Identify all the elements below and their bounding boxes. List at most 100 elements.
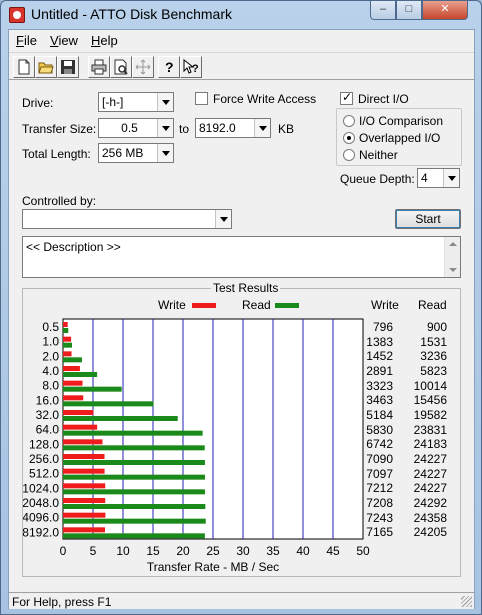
transfer-size-from-value: 0.5 [121,121,138,135]
drive-select[interactable]: [-h-] [98,92,174,112]
read-bar [63,401,154,407]
x-tick-label: 15 [146,544,160,558]
transfer-size-to-select[interactable]: 8192.0 [195,118,271,138]
transfer-size-label: 32.0 [36,408,60,422]
read-bar [63,416,178,421]
transfer-size-from-select[interactable]: 0.5 [98,118,174,138]
print-preview-button[interactable] [110,56,132,78]
write-value: 3463 [366,393,393,408]
svg-text:?: ? [192,63,199,75]
transfer-size-label: Transfer Size: [22,122,97,136]
description-text: << Description >> [26,240,121,254]
write-value: 3323 [366,378,393,393]
menu-file-accel: F [16,33,24,48]
menu-help[interactable]: Help [91,33,118,48]
resize-grip-icon[interactable] [461,596,472,607]
write-value: 7243 [366,510,393,525]
drive-label: Drive: [22,96,54,110]
neither-radio[interactable] [343,149,355,161]
write-bar [63,468,105,474]
new-button[interactable] [13,56,35,78]
scroll-up-icon[interactable] [449,242,457,246]
save-button[interactable] [57,56,79,78]
read-bar [63,533,205,539]
write-value: 7090 [366,452,393,466]
direct-io-label[interactable]: Direct I/O [358,92,409,106]
read-bar [63,357,82,363]
minimize-button[interactable]: – [370,1,396,20]
description-box[interactable]: << Description >> [22,236,461,278]
client-area: File View Help ? ? Drive: [-h-] Transfer… [8,29,475,609]
open-button[interactable] [35,56,57,78]
direct-io-checkbox[interactable] [340,90,353,105]
scroll-down-icon[interactable] [449,268,457,272]
context-help-button[interactable]: ? [180,56,202,78]
controlled-by-select[interactable] [22,209,232,229]
transfer-unit-label: KB [278,122,295,136]
help-button[interactable]: ? [158,56,180,78]
total-length-select[interactable]: 256 MB [98,143,174,163]
read-bar [63,342,72,348]
x-axis-label: Transfer Rate - MB / Sec [147,560,279,574]
read-bar [63,430,203,436]
menu-file[interactable]: File [16,33,37,48]
benchmark-panel: Drive: [-h-] Transfer Size: 0.5 to 8192.… [9,80,474,592]
chevron-down-icon [157,144,173,162]
start-button[interactable]: Start [395,209,461,229]
read-value: 23831 [413,422,447,437]
overlapped-io-radio[interactable] [343,132,355,144]
title-bar[interactable]: Untitled - ATTO Disk Benchmark – □ ✕ [1,1,481,29]
print-button[interactable] [88,56,110,78]
chevron-down-icon [157,93,173,111]
svg-text:?: ? [165,59,174,75]
menu-view[interactable]: View [50,33,78,48]
read-bar [63,328,69,333]
read-value: 3236 [420,349,447,364]
save-icon [61,60,75,74]
read-value: 24183 [413,437,447,452]
maximize-button[interactable]: □ [396,1,422,20]
read-value: 900 [426,320,447,334]
queue-depth-select[interactable]: 4 [417,168,460,188]
transfer-size-label: 8.0 [42,379,59,393]
neither-label[interactable]: Neither [359,148,398,162]
io-comparison-radio[interactable] [343,115,355,127]
read-bar [63,474,205,480]
write-bar [63,322,68,327]
write-value: 6742 [366,437,393,452]
move-button[interactable] [132,56,154,78]
toolbar: ? ? [9,52,474,80]
write-bar [63,424,98,430]
force-write-checkbox[interactable] [195,92,208,105]
queue-depth-value: 4 [421,171,428,185]
transfer-size-label: 256.0 [29,452,59,466]
read-value: 24292 [413,496,447,510]
atto-app-icon [9,7,25,23]
x-tick-label: 35 [266,544,280,558]
read-value: 24358 [413,510,447,525]
menu-file-label: ile [23,33,37,48]
write-bar [63,395,84,401]
x-tick-label: 45 [326,544,340,558]
transfer-size-label: 512.0 [29,467,59,481]
read-value: 19582 [413,408,447,422]
io-comparison-label[interactable]: I/O Comparison [359,114,443,128]
read-value: 1531 [420,334,447,349]
app-window: Untitled - ATTO Disk Benchmark – □ ✕ Fil… [0,0,482,615]
force-write-label[interactable]: Force Write Access [213,92,316,106]
write-bar [63,498,106,503]
print-preview-icon [114,59,128,75]
write-bar [63,483,106,489]
transfer-size-label: 4.0 [42,364,59,378]
status-bar: For Help, press F1 [9,592,474,609]
description-scrollbar[interactable] [444,237,460,277]
menu-help-label: elp [100,33,118,48]
write-value: 7208 [366,496,393,510]
transfer-size-label: 1.0 [42,335,59,349]
write-bar [63,439,103,445]
chevron-down-icon [157,119,173,137]
chevron-down-icon [254,119,270,137]
write-value: 5830 [366,422,393,437]
overlapped-io-label[interactable]: Overlapped I/O [359,131,440,145]
close-button[interactable]: ✕ [422,1,468,20]
